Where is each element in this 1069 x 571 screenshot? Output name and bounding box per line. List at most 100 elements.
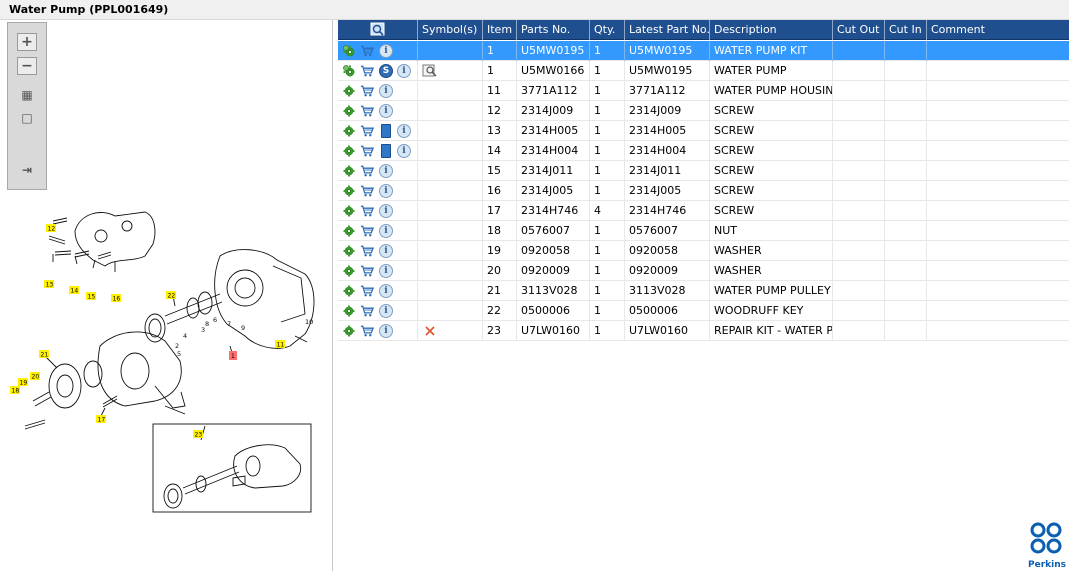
row-actions-cell: i	[338, 201, 418, 221]
column-header-item[interactable]: Item	[483, 20, 517, 40]
callout-22[interactable]: 22	[168, 293, 176, 300]
cell-cut-in	[885, 301, 927, 321]
callout-16[interactable]: 16	[113, 296, 121, 303]
table-row[interactable]: i 18 0576007 1 0576007 NUT	[338, 221, 1069, 241]
part-gear-icon[interactable]	[342, 304, 356, 318]
manual-book-icon[interactable]	[381, 124, 391, 138]
add-to-cart-icon[interactable]	[360, 204, 374, 218]
info-icon[interactable]: i	[379, 284, 393, 298]
table-row[interactable]: i 19 0920058 1 0920058 WASHER	[338, 241, 1069, 261]
callout-17[interactable]: 17	[98, 417, 106, 424]
cell-comment	[927, 121, 1069, 141]
add-to-cart-icon[interactable]	[360, 144, 374, 158]
cell-description: SCREW	[710, 121, 833, 141]
callout-12[interactable]: 12	[48, 226, 56, 233]
callout-14[interactable]: 14	[71, 288, 79, 295]
table-row[interactable]: Si 1 U5MW0166 1 U5MW0195 WATER PUMP	[338, 61, 1069, 81]
column-header-qty[interactable]: Qty.	[590, 20, 625, 40]
table-row[interactable]: i 1 U5MW0195 1 U5MW0195 WATER PUMP KIT	[338, 41, 1069, 61]
callout-1[interactable]: 1	[231, 353, 235, 360]
callout-21[interactable]: 21	[41, 352, 49, 359]
column-header-comment[interactable]: Comment	[927, 20, 1069, 40]
info-icon[interactable]: i	[397, 124, 411, 138]
zoom-in-button[interactable]: +	[17, 33, 37, 51]
callout-11[interactable]: 11	[277, 342, 285, 349]
part-gear-icon[interactable]	[342, 264, 356, 278]
part-gear-icon[interactable]	[342, 224, 356, 238]
table-row[interactable]: i 12 2314J009 1 2314J009 SCREW	[338, 101, 1069, 121]
assembly-gears-icon[interactable]	[342, 64, 356, 78]
add-to-cart-icon[interactable]	[360, 44, 374, 58]
exploded-parts-drawing[interactable]: 2 3 4 5 6 7 8 9 12 13 14 15 16 22 21 19 …	[5, 196, 330, 516]
cell-parts-no: 2314H004	[517, 141, 590, 161]
add-to-cart-icon[interactable]	[360, 84, 374, 98]
add-to-cart-icon[interactable]	[360, 324, 374, 338]
info-icon[interactable]: i	[379, 164, 393, 178]
add-to-cart-icon[interactable]	[360, 284, 374, 298]
part-gear-icon[interactable]	[342, 104, 356, 118]
add-to-cart-icon[interactable]	[360, 184, 374, 198]
part-gear-icon[interactable]	[342, 164, 356, 178]
fit-all-button[interactable]: ▦	[17, 86, 37, 104]
part-gear-icon[interactable]	[342, 144, 356, 158]
column-header-latest-part-no[interactable]: Latest Part No.	[625, 20, 710, 40]
table-row[interactable]: i 17 2314H746 4 2314H746 SCREW	[338, 201, 1069, 221]
info-icon[interactable]: i	[379, 104, 393, 118]
add-to-cart-icon[interactable]	[360, 224, 374, 238]
add-to-cart-icon[interactable]	[360, 264, 374, 278]
callout-18[interactable]: 18	[12, 388, 20, 395]
info-icon[interactable]: i	[379, 84, 393, 98]
info-icon[interactable]: i	[379, 184, 393, 198]
actual-size-button[interactable]: □	[17, 109, 37, 127]
column-header-cut-out[interactable]: Cut Out	[833, 20, 885, 40]
table-row[interactable]: i 16 2314J005 1 2314J005 SCREW	[338, 181, 1069, 201]
table-row[interactable]: i 11 3771A112 1 3771A112 WATER PUMP HOUSING	[338, 81, 1069, 101]
callout-20[interactable]: 20	[32, 374, 40, 381]
table-row[interactable]: i 20 0920009 1 0920009 WASHER	[338, 261, 1069, 281]
zoom-out-button[interactable]: −	[17, 57, 37, 75]
add-to-cart-icon[interactable]	[360, 64, 374, 78]
export-button[interactable]: ⇥	[17, 161, 37, 179]
column-header-cut-in[interactable]: Cut In	[885, 20, 927, 40]
add-to-cart-icon[interactable]	[360, 164, 374, 178]
info-icon[interactable]: i	[379, 324, 393, 338]
info-icon[interactable]: i	[397, 64, 411, 78]
column-header-parts-no[interactable]: Parts No.	[517, 20, 590, 40]
table-row[interactable]: i 22 0500006 1 0500006 WOODRUFF KEY	[338, 301, 1069, 321]
part-gear-icon[interactable]	[342, 184, 356, 198]
table-row[interactable]: i 23 U7LW0160 1 U7LW0160 REPAIR KIT - WATER P…	[338, 321, 1069, 341]
info-icon[interactable]: i	[379, 264, 393, 278]
column-header-symbols[interactable]: Symbol(s)	[418, 20, 483, 40]
assembly-gears-icon[interactable]	[342, 44, 356, 58]
info-icon[interactable]: i	[379, 224, 393, 238]
info-icon[interactable]: i	[379, 204, 393, 218]
callout-13[interactable]: 13	[46, 282, 54, 289]
part-gear-icon[interactable]	[342, 284, 356, 298]
part-gear-icon[interactable]	[342, 244, 356, 258]
add-to-cart-icon[interactable]	[360, 244, 374, 258]
callout-19[interactable]: 19	[20, 380, 28, 387]
part-gear-icon[interactable]	[342, 84, 356, 98]
add-to-cart-icon[interactable]	[360, 304, 374, 318]
column-header-view[interactable]	[338, 20, 418, 40]
add-to-cart-icon[interactable]	[360, 124, 374, 138]
part-gear-icon[interactable]	[342, 124, 356, 138]
info-icon[interactable]: i	[379, 44, 393, 58]
table-row[interactable]: i 21 3113V028 1 3113V028 WATER PUMP PULLEY	[338, 281, 1069, 301]
part-gear-icon[interactable]	[342, 324, 356, 338]
column-header-description[interactable]: Description	[710, 20, 833, 40]
manual-book-icon[interactable]	[381, 144, 391, 158]
view-illustration-icon[interactable]	[422, 64, 438, 78]
add-to-cart-icon[interactable]	[360, 104, 374, 118]
table-row[interactable]: i 15 2314J011 1 2314J011 SCREW	[338, 161, 1069, 181]
callout-15[interactable]: 15	[88, 294, 96, 301]
part-gear-icon[interactable]	[342, 204, 356, 218]
info-icon[interactable]: i	[379, 304, 393, 318]
table-row[interactable]: i 13 2314H005 1 2314H005 SCREW	[338, 121, 1069, 141]
table-row[interactable]: i 14 2314H004 1 2314H004 SCREW	[338, 141, 1069, 161]
service-info-icon[interactable]: S	[379, 64, 393, 78]
callout-10[interactable]: 10	[305, 318, 313, 326]
info-icon[interactable]: i	[397, 144, 411, 158]
callout-23[interactable]: 23	[195, 432, 203, 439]
info-icon[interactable]: i	[379, 244, 393, 258]
